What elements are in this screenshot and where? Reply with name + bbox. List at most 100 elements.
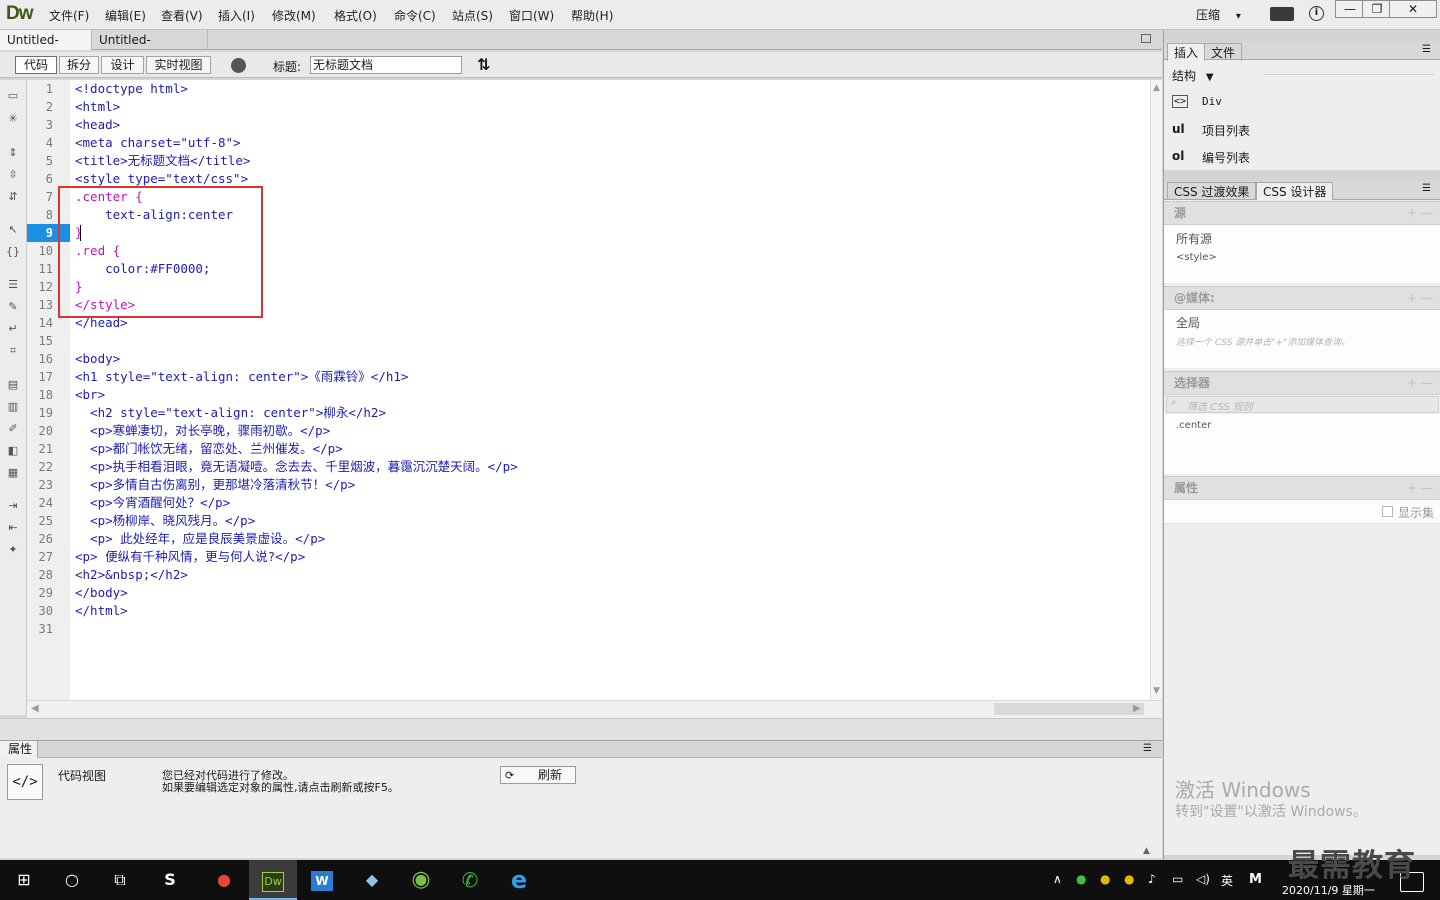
tray-network-icon[interactable]: ▭	[1172, 872, 1183, 886]
tray-qq-icon[interactable]: ●	[1100, 872, 1110, 886]
maximize-button[interactable]: ❐	[1362, 0, 1392, 18]
insert-item-div[interactable]: <> Div	[1172, 95, 1432, 113]
recent-snippets-icon[interactable]: ◧	[5, 444, 21, 458]
tray-ime-mode-icon[interactable]: M	[1249, 872, 1262, 887]
line-number[interactable]: 20	[27, 422, 53, 440]
line-number[interactable]: 31	[27, 620, 53, 638]
line-number[interactable]: 22	[27, 458, 53, 476]
add-source-icon[interactable]: +	[1407, 202, 1417, 224]
panel-menu-icon[interactable]: ☰	[1422, 44, 1431, 55]
menu-view[interactable]: 查看(V)	[161, 7, 203, 24]
view-live-button[interactable]: 实时视图	[146, 56, 211, 74]
tray-bell-icon[interactable]: ♪	[1148, 872, 1156, 886]
word-wrap-icon[interactable]: ↵	[5, 322, 21, 336]
app-notepad-icon[interactable]: ◆	[348, 860, 396, 900]
add-selector-icon[interactable]: +	[1407, 372, 1417, 394]
menu-insert[interactable]: 插入(I)	[218, 7, 255, 24]
chrome-icon[interactable]: ●	[200, 860, 248, 900]
scroll-down-icon[interactable]: ▼	[1153, 686, 1160, 696]
line-number[interactable]: 29	[27, 584, 53, 602]
panel-menu-icon[interactable]: ☰	[1143, 743, 1152, 754]
line-number[interactable]: 11	[27, 260, 53, 278]
properties-tab[interactable]: 属性	[0, 741, 38, 758]
insert-item-ul[interactable]: ul 项目列表	[1172, 122, 1432, 140]
line-number[interactable]: 16	[27, 350, 53, 368]
line-number[interactable]: 21	[27, 440, 53, 458]
menu-file[interactable]: 文件(F)	[49, 7, 89, 24]
selector-item[interactable]: .center	[1176, 420, 1211, 431]
tray-ime-label[interactable]: 英	[1221, 872, 1233, 889]
line-number[interactable]: 10	[27, 242, 53, 260]
scroll-thumb[interactable]	[994, 703, 1144, 715]
move-css-icon[interactable]: ▦	[5, 466, 21, 480]
line-number[interactable]: 14	[27, 314, 53, 332]
preview-globe-icon[interactable]	[231, 58, 246, 73]
remove-selector-icon[interactable]: —	[1421, 372, 1433, 394]
expand-properties-icon[interactable]: ▲	[1143, 846, 1150, 856]
sync-settings-icon[interactable]	[1270, 7, 1294, 21]
line-number[interactable]: 1	[27, 80, 53, 98]
tray-volume-icon[interactable]: ◁)	[1196, 872, 1210, 886]
tray-chevron-up-icon[interactable]: ∧	[1053, 872, 1062, 886]
word-taskbar-icon[interactable]: W	[298, 860, 346, 900]
apply-comment-icon[interactable]: ▤	[5, 378, 21, 392]
line-number[interactable]: 15	[27, 332, 53, 350]
app-green-icon[interactable]: ◉	[397, 860, 445, 900]
line-number[interactable]: 30	[27, 602, 53, 620]
menu-edit[interactable]: 编辑(E)	[105, 7, 146, 24]
search-icon[interactable]: ○	[48, 860, 96, 900]
line-number[interactable]: 4	[27, 134, 53, 152]
tab-files[interactable]: 文件	[1204, 43, 1243, 61]
expand-all-icon[interactable]: ⇵	[5, 190, 21, 204]
tab-css-designer[interactable]: CSS 设计器	[1256, 182, 1334, 200]
tab-untitled-2[interactable]: Untitled-2*×	[0, 30, 92, 67]
dock-collapse-bar[interactable]	[1164, 170, 1440, 181]
scroll-right-icon[interactable]: ▶	[1133, 703, 1141, 714]
line-number[interactable]: 2	[27, 98, 53, 116]
line-number[interactable]: 18	[27, 386, 53, 404]
dock-collapse-bar[interactable]	[1164, 30, 1440, 42]
menu-format[interactable]: 格式(O)	[334, 7, 377, 24]
format-source-icon[interactable]: ✦	[5, 543, 21, 557]
view-code-button[interactable]: 代码	[15, 56, 57, 74]
line-number[interactable]: 7	[27, 188, 53, 206]
line-number[interactable]: 28	[27, 566, 53, 584]
windows-start-icon[interactable]: ⊞	[0, 860, 48, 900]
selector-filter-input[interactable]: ⌕ 筛选 CSS 规则	[1166, 396, 1439, 413]
remove-comment-icon[interactable]: ▥	[5, 400, 21, 414]
select-parent-tag-icon[interactable]: ↖	[5, 223, 21, 237]
wrap-tag-icon[interactable]: ✐	[5, 422, 21, 436]
syntax-error-icon[interactable]: ⌗	[5, 344, 21, 358]
ie-icon[interactable]: e	[495, 860, 543, 900]
show-set-checkbox[interactable]	[1382, 506, 1393, 517]
view-split-button[interactable]: 拆分	[59, 56, 99, 74]
line-number[interactable]: 6	[27, 170, 53, 188]
add-property-icon[interactable]: +	[1407, 477, 1417, 499]
info-icon[interactable]: i	[1309, 6, 1324, 21]
panel-menu-icon[interactable]: ☰	[1422, 183, 1431, 194]
file-management-icon[interactable]: ⇅	[477, 55, 490, 74]
tab-untitled-3[interactable]: Untitled-3.html*×	[92, 30, 208, 67]
horizontal-scrollbar[interactable]: ◀ ▶	[27, 700, 1162, 718]
line-number[interactable]: 17	[27, 368, 53, 386]
collapse-tag-icon[interactable]: ⇕	[5, 146, 21, 160]
code-editor[interactable]: <!doctype html> <html> <head> <meta charset…	[70, 80, 1150, 700]
remove-media-icon[interactable]: —	[1421, 287, 1433, 309]
show-code-navigator-icon[interactable]: ✳	[5, 112, 21, 126]
app-s-icon[interactable]: S	[146, 860, 194, 900]
minimize-button[interactable]: —	[1335, 0, 1365, 18]
line-numbers-icon[interactable]: ☰	[5, 278, 21, 292]
open-documents-icon[interactable]: ▭	[5, 89, 21, 103]
insert-item-ol[interactable]: ol 编号列表	[1172, 149, 1432, 167]
tab-insert[interactable]: 插入	[1167, 43, 1206, 61]
source-item[interactable]: 所有源	[1176, 230, 1212, 247]
line-number[interactable]: 3	[27, 116, 53, 134]
line-number[interactable]: 23	[27, 476, 53, 494]
highlight-invalid-code-icon[interactable]: ✎	[5, 300, 21, 314]
collapse-selection-icon[interactable]: ⇳	[5, 168, 21, 182]
restore-doc-icon[interactable]	[1141, 34, 1151, 43]
menu-window[interactable]: 窗口(W)	[509, 7, 554, 24]
scroll-left-icon[interactable]: ◀	[31, 703, 39, 714]
source-item[interactable]: <style>	[1176, 252, 1217, 263]
line-number[interactable]: 5	[27, 152, 53, 170]
